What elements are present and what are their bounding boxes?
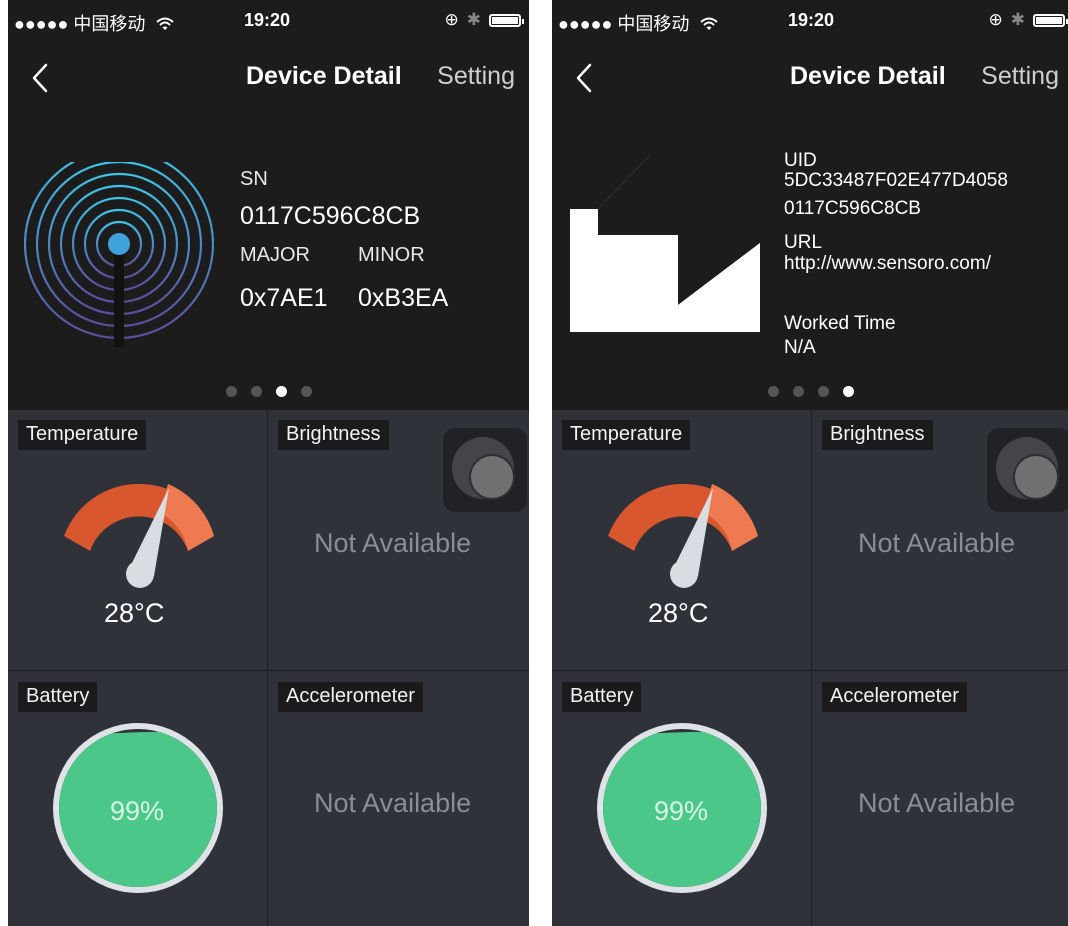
- wifi-icon: [700, 17, 719, 30]
- status-bar: ●●●●● 中国移动 19:20 ⊕ ✱: [552, 0, 1068, 44]
- uid-value-line2: 0117C596C8CB: [784, 198, 921, 219]
- sensor-tiles: Temperature 28°C Brightness Not Availabl…: [552, 410, 1068, 926]
- page-dot[interactable]: [818, 386, 829, 397]
- device-info-panel[interactable]: SN 0117C596C8CB MAJOR MINOR 0x7AE1 0xB3E…: [8, 100, 529, 410]
- accelerometer-label: Accelerometer: [278, 682, 423, 712]
- status-time: 19:20: [244, 10, 291, 30]
- bluetooth-icon: ✱: [466, 10, 481, 29]
- battery-icon: [489, 13, 524, 27]
- brightness-toggle-button[interactable]: [443, 428, 527, 512]
- major-label: MAJOR: [240, 244, 310, 266]
- page-dot[interactable]: [768, 386, 779, 397]
- battery-label: Battery: [562, 682, 642, 712]
- divider: [552, 670, 1068, 671]
- nav-bar: Device Detail Setting: [8, 52, 529, 100]
- brightness-status: Not Available: [314, 528, 472, 558]
- divider: [8, 670, 529, 671]
- uid-label: UID: [784, 150, 817, 171]
- phone-screen-right: ●●●●● 中国移动 19:20 ⊕ ✱ Device Detail Setti…: [552, 0, 1068, 926]
- bluetooth-icon: ✱: [1010, 10, 1025, 29]
- brightness-status: Not Available: [858, 528, 1016, 558]
- page-indicator[interactable]: [768, 386, 854, 397]
- sensoro-logo-icon: [570, 155, 760, 332]
- brightness-label: Brightness: [278, 420, 389, 450]
- page-dot-active[interactable]: [276, 386, 287, 397]
- temperature-label: Temperature: [562, 420, 691, 450]
- nav-bar: Device Detail Setting: [552, 52, 1068, 100]
- beacon-icon: [24, 162, 214, 347]
- uid-value-line1: 5DC33487F02E477D4058: [784, 170, 1008, 191]
- battery-value: 99%: [654, 796, 709, 826]
- battery-value: 99%: [110, 796, 165, 826]
- device-info-panel[interactable]: UID 5DC33487F02E477D4058 0117C596C8CB UR…: [552, 100, 1068, 410]
- temperature-value: 28°C: [648, 598, 709, 628]
- sn-label: SN: [240, 168, 268, 190]
- accelerometer-status: Not Available: [314, 788, 472, 818]
- page-dot[interactable]: [251, 386, 262, 397]
- battery-icon: [1033, 13, 1068, 27]
- page-title: Device Detail: [790, 62, 946, 90]
- setting-button[interactable]: Setting: [981, 62, 1059, 91]
- sensor-tiles: Temperature 28°C Brightness Not Availabl…: [8, 410, 529, 926]
- thermometer-gauge-icon: [608, 483, 758, 588]
- thermometer-gauge-icon: [64, 483, 214, 588]
- sn-value: 0117C596C8CB: [240, 202, 421, 230]
- worked-time-value: N/A: [784, 337, 816, 358]
- page-dot[interactable]: [793, 386, 804, 397]
- page-title: Device Detail: [246, 62, 402, 90]
- accelerometer-label: Accelerometer: [822, 682, 967, 712]
- minor-value: 0xB3EA: [358, 284, 449, 312]
- page-indicator[interactable]: [226, 386, 312, 397]
- carrier-signal: ●●●●● 中国移动: [558, 14, 690, 34]
- temperature-label: Temperature: [18, 420, 147, 450]
- setting-button[interactable]: Setting: [437, 62, 515, 91]
- brightness-toggle-button[interactable]: [987, 428, 1068, 512]
- chevron-left-icon[interactable]: [570, 62, 598, 94]
- divider: [811, 410, 812, 926]
- rotation-lock-icon: ⊕: [988, 10, 1003, 29]
- minor-label: MINOR: [358, 244, 425, 266]
- divider: [267, 410, 268, 926]
- url-value[interactable]: http://www.sensoro.com/: [784, 253, 991, 274]
- page-dot[interactable]: [301, 386, 312, 397]
- status-bar: ●●●●● 中国移动 19:20 ⊕ ✱: [8, 0, 529, 44]
- circle-button-icon: [996, 437, 1059, 500]
- status-time: 19:20: [788, 10, 835, 30]
- accelerometer-status: Not Available: [858, 788, 1016, 818]
- page-dot[interactable]: [226, 386, 237, 397]
- circle-button-icon: [452, 437, 515, 500]
- temperature-value: 28°C: [104, 598, 165, 628]
- brightness-label: Brightness: [822, 420, 933, 450]
- rotation-lock-icon: ⊕: [444, 10, 459, 29]
- chevron-left-icon[interactable]: [26, 62, 54, 94]
- battery-label: Battery: [18, 682, 98, 712]
- carrier-signal: ●●●●● 中国移动: [14, 14, 146, 34]
- wifi-icon: [156, 17, 175, 30]
- major-value: 0x7AE1: [240, 284, 328, 312]
- url-label: URL: [784, 232, 823, 253]
- page-dot-active[interactable]: [843, 386, 854, 397]
- phone-screen-left: ●●●●● 中国移动 19:20 ⊕ ✱ Device Detail Setti…: [8, 0, 529, 926]
- worked-time-label: Worked Time: [784, 313, 896, 334]
